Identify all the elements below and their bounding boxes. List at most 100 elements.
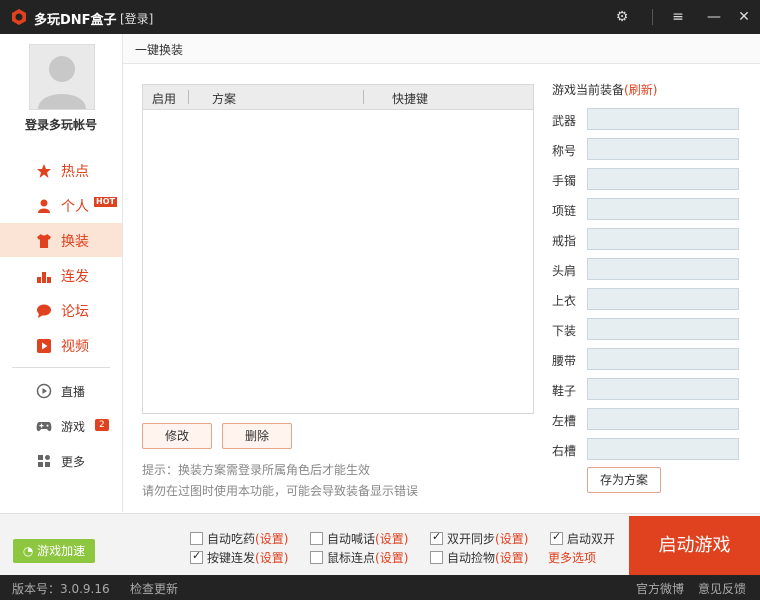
option-label: 自动捡物: [447, 551, 496, 565]
checkbox[interactable]: [430, 551, 443, 564]
version-text: 版本号：3.0.9.16: [12, 582, 110, 596]
slot-label-belt: 腰带: [552, 354, 577, 368]
page-title: 一键换装: [135, 43, 184, 57]
slot-field-bottom: [587, 318, 739, 340]
sidebar-item-dress[interactable]: 换装: [0, 223, 122, 257]
slot-field-right-slot: [587, 438, 739, 460]
delete-button[interactable]: 删除: [222, 423, 292, 449]
app-logo-icon: [12, 9, 26, 25]
column-header-hotkey[interactable]: 快捷键: [392, 90, 428, 107]
option-settings-link[interactable]: (设置): [495, 532, 528, 546]
login-account-link[interactable]: 登录多玩帐号: [0, 116, 122, 133]
login-link[interactable]: [登录]: [120, 10, 153, 27]
table-header: 启用 方案 快捷键: [143, 85, 533, 110]
option-settings-link[interactable]: (设置): [255, 532, 288, 546]
option-settings-link[interactable]: (设置): [375, 532, 408, 546]
more-options-link[interactable]: 更多选项: [548, 549, 596, 566]
sidebar-item-live[interactable]: 直播: [0, 373, 122, 407]
person-icon: [38, 199, 50, 213]
column-divider: [188, 90, 189, 104]
slot-label-left-slot: 左槽: [552, 414, 577, 428]
slot-field-bracelet: [587, 168, 739, 190]
option-settings-link[interactable]: (设置): [375, 551, 408, 565]
grid-icon: [38, 455, 50, 467]
sidebar: 登录多玩帐号 热点 个人 HOT 换装 连发 论坛 视频 直播 游戏 2 更多: [0, 34, 123, 512]
menu-icon[interactable]: ≡: [667, 7, 689, 27]
shirt-icon: [37, 234, 51, 248]
slot-field-left-slot: [587, 408, 739, 430]
equipment-title: 游戏当前装备(刷新): [552, 81, 657, 98]
check-update-link[interactable]: 检查更新: [130, 580, 178, 597]
slot-label-top: 上衣: [552, 294, 577, 308]
save-scheme-button[interactable]: 存为方案: [587, 467, 661, 493]
title-bar: 多玩DNF盒子 [登录] ⚙ ≡ — ✕: [0, 0, 760, 34]
chat-icon: [37, 304, 51, 318]
accelerate-label: 游戏加速: [37, 544, 86, 558]
sidebar-item-label: 直播: [61, 385, 86, 399]
refresh-link[interactable]: (刷新): [624, 83, 657, 97]
slot-label-weapon: 武器: [552, 114, 577, 128]
game-accelerate-button[interactable]: ◔ 游戏加速: [13, 539, 95, 563]
option-label: 自动喊话: [327, 532, 376, 546]
sidebar-item-label: 更多: [61, 455, 86, 469]
checkbox[interactable]: [190, 549, 203, 564]
sidebar-item-more[interactable]: 更多: [0, 443, 122, 477]
warning-text: 请勿在过图时使用本功能，可能会导致装备显示错误: [142, 484, 419, 498]
sidebar-item-games[interactable]: 游戏 2: [0, 408, 122, 442]
slot-label-bracelet: 手镯: [552, 174, 577, 188]
sidebar-item-label: 论坛: [61, 304, 89, 320]
checkbox[interactable]: [190, 532, 203, 545]
option-label: 双开同步: [447, 532, 496, 546]
slot-field-belt: [587, 348, 739, 370]
slot-field-top: [587, 288, 739, 310]
minimize-icon[interactable]: —: [703, 7, 725, 27]
sidebar-divider: [12, 367, 110, 368]
rocket-icon: ◔: [22, 544, 34, 558]
slot-field-ring: [587, 228, 739, 250]
checkbox[interactable]: [550, 530, 563, 545]
slot-label-title: 称号: [552, 144, 577, 158]
sidebar-item-forum[interactable]: 论坛: [0, 293, 122, 327]
column-header-scheme[interactable]: 方案: [212, 90, 236, 107]
sidebar-item-personal[interactable]: 个人 HOT: [0, 188, 122, 222]
checkbox[interactable]: [310, 532, 323, 545]
sidebar-item-hot[interactable]: 热点: [0, 153, 122, 187]
avatar[interactable]: [29, 44, 95, 110]
slot-label-right-slot: 右槽: [552, 444, 577, 458]
feedback-link[interactable]: 意见反馈: [698, 580, 746, 597]
slot-label-necklace: 项链: [552, 204, 577, 218]
slot-field-weapon: [587, 108, 739, 130]
content-header: 一键换装: [123, 34, 760, 64]
equipment-title-label: 游戏当前装备: [552, 83, 625, 97]
option-settings-link[interactable]: (设置): [255, 551, 288, 565]
column-divider: [363, 90, 364, 104]
scheme-table[interactable]: 启用 方案 快捷键: [142, 84, 534, 414]
titlebar-divider: [652, 9, 653, 25]
close-icon[interactable]: ✕: [733, 7, 755, 27]
tip-text: 提示：换装方案需登录所属角色后才能生效: [142, 463, 371, 477]
sidebar-item-video[interactable]: 视频: [0, 328, 122, 362]
edit-button[interactable]: 修改: [142, 423, 212, 449]
option-label: 自动吃药: [207, 532, 256, 546]
slot-label-ring: 戒指: [552, 234, 577, 248]
sidebar-item-combo[interactable]: 连发: [0, 258, 122, 292]
gear-icon[interactable]: ⚙: [611, 7, 633, 27]
column-header-enable[interactable]: 启用: [152, 90, 176, 107]
sidebar-item-label: 个人: [61, 199, 89, 215]
checkbox[interactable]: [430, 530, 443, 545]
app-title: 多玩DNF盒子: [34, 13, 117, 28]
option-label: 启动双开: [567, 532, 616, 546]
option-settings-link[interactable]: (设置): [495, 551, 528, 565]
checkbox[interactable]: [310, 551, 323, 564]
sidebar-item-label: 换装: [61, 234, 89, 250]
launch-game-button[interactable]: 启动游戏: [629, 516, 760, 575]
option-label: 鼠标连点: [327, 551, 376, 565]
official-weibo-link[interactable]: 官方微博: [636, 580, 684, 597]
video-icon: [37, 339, 51, 353]
avatar-placeholder-icon: [38, 56, 86, 109]
sidebar-item-label: 游戏: [61, 420, 86, 434]
star-icon: [37, 164, 51, 178]
sidebar-item-label: 连发: [61, 269, 89, 285]
hot-badge: HOT: [94, 197, 117, 207]
gamepad-icon: [36, 422, 52, 432]
